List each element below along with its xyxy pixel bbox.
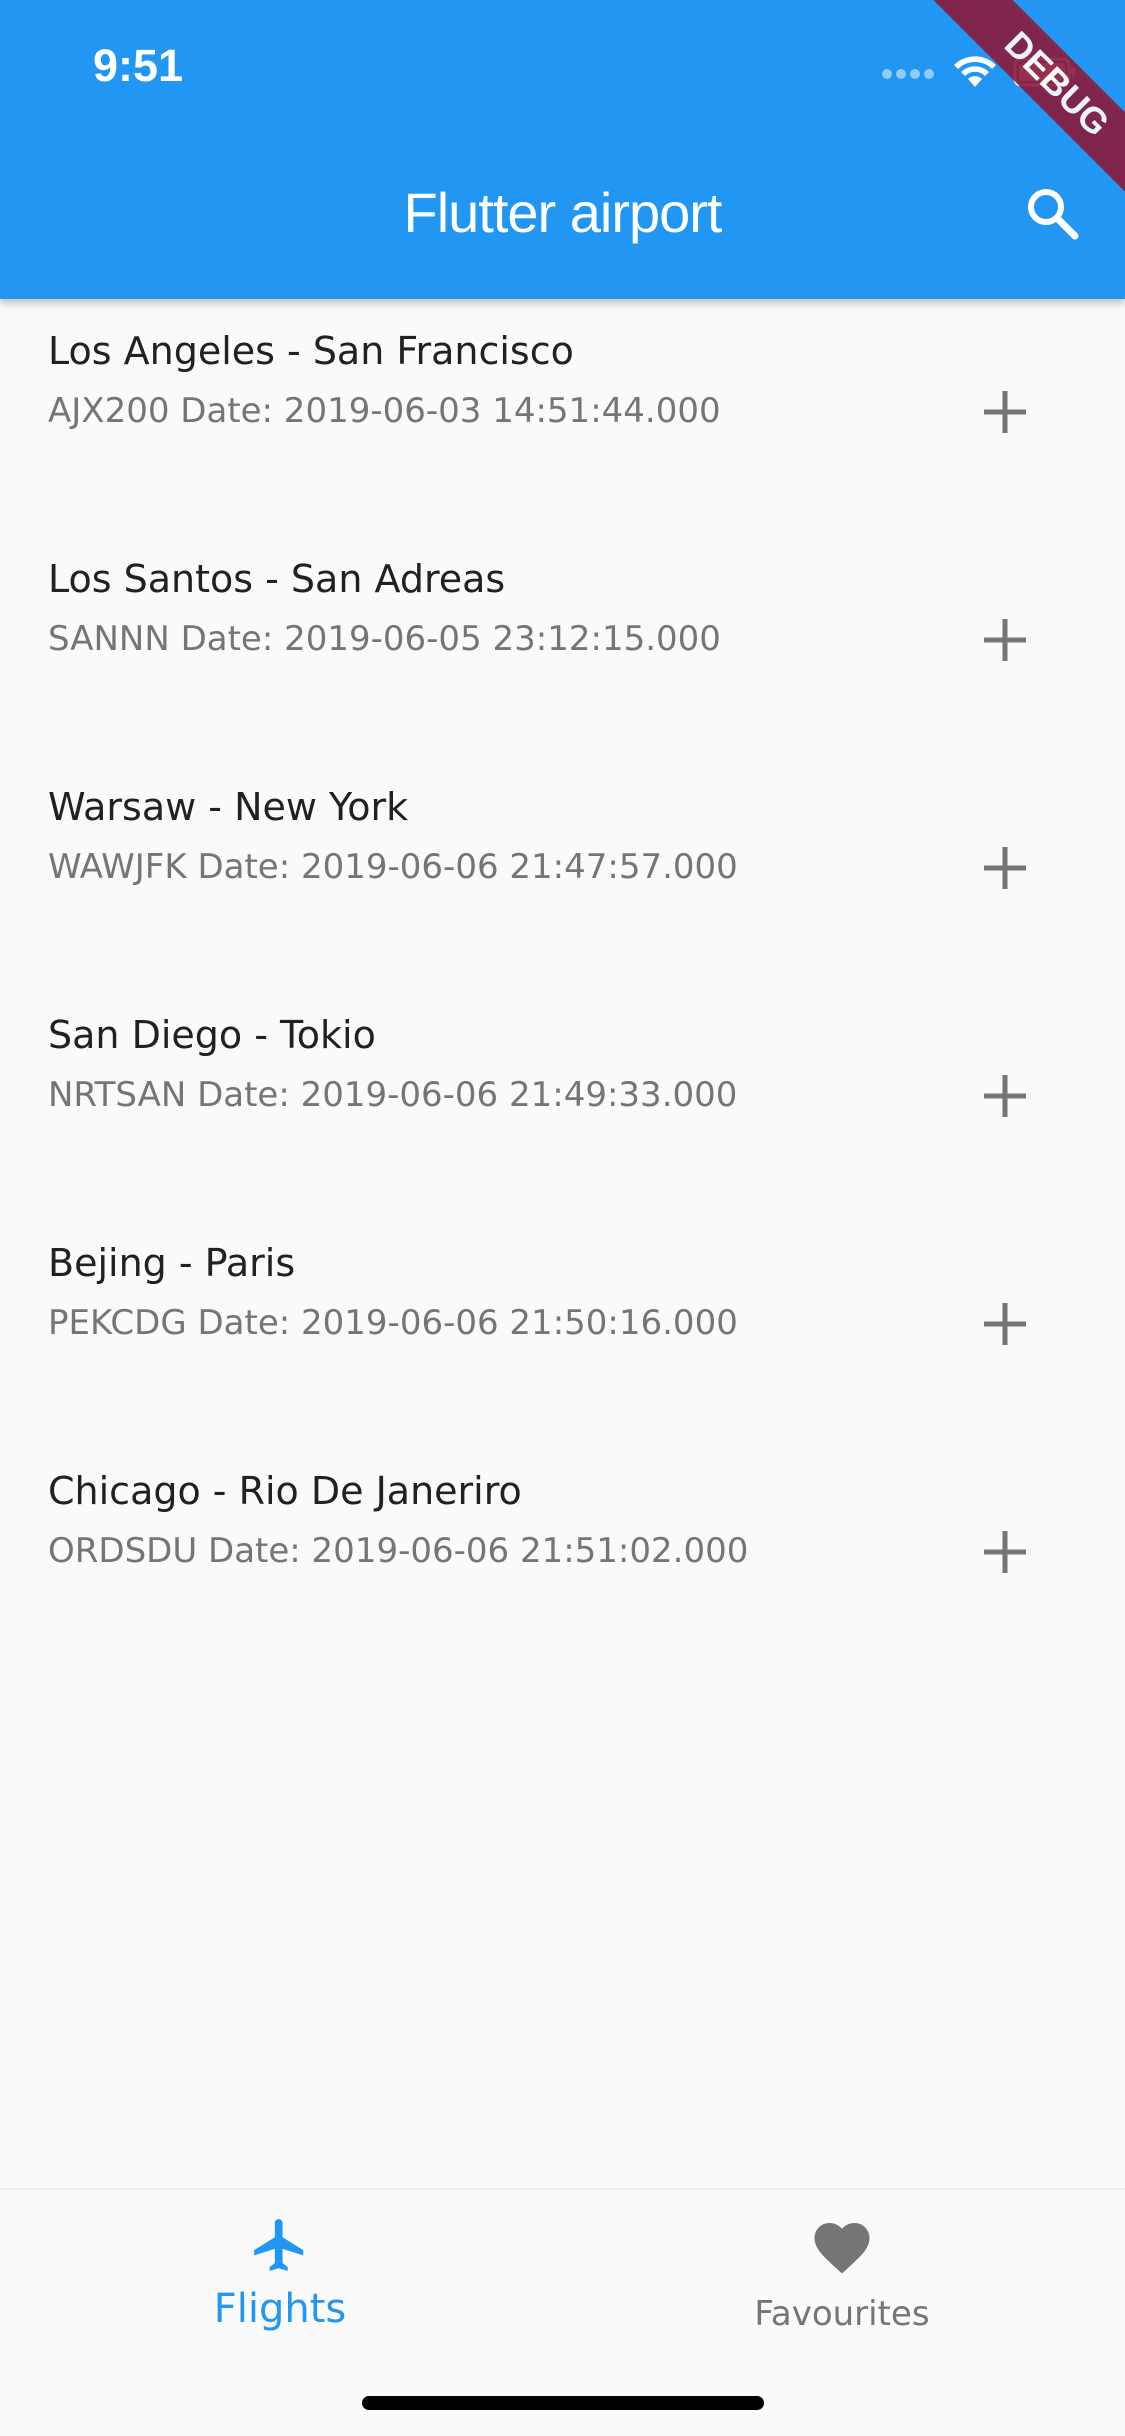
plus-icon [982,1073,1028,1123]
heart-icon [809,2214,875,2280]
add-favourite-button[interactable] [970,379,1040,449]
search-icon [1024,185,1080,245]
flight-list: Los Angeles - San Francisco AJX200 Date:… [0,299,1125,1667]
flight-detail: ORDSDU Date: 2019-06-06 21:51:02.000 [48,1531,749,1571]
flight-detail: PEKCDG Date: 2019-06-06 21:50:16.000 [48,1303,738,1343]
add-favourite-button[interactable] [970,1519,1040,1589]
plus-icon [982,1301,1028,1351]
flight-detail: SANNN Date: 2019-06-05 23:12:15.000 [48,619,721,659]
flight-route: Warsaw - New York [48,785,409,829]
flight-detail: AJX200 Date: 2019-06-03 14:51:44.000 [48,391,721,431]
plus-icon [982,845,1028,895]
list-item[interactable]: Chicago - Rio De Janeriro ORDSDU Date: 2… [0,1439,1125,1667]
plus-icon [982,389,1028,439]
status-time: 9:51 [93,40,184,91]
home-indicator[interactable] [362,2396,764,2410]
airplane-icon [249,2214,311,2280]
page-title: Flutter airport [403,181,723,244]
list-item[interactable]: Warsaw - New York WAWJFK Date: 2019-06-0… [0,755,1125,983]
flight-route: Los Angeles - San Francisco [48,329,574,373]
add-favourite-button[interactable] [970,1291,1040,1361]
app-screen: 9:51 Flutter airport DEBUG Los Angeles -… [0,0,1125,2436]
add-favourite-button[interactable] [970,835,1040,905]
signal-dots-icon [881,65,937,84]
list-item[interactable]: Los Santos - San Adreas SANNN Date: 2019… [0,527,1125,755]
flight-route: Chicago - Rio De Janeriro [48,1469,522,1513]
flight-detail: WAWJFK Date: 2019-06-06 21:47:57.000 [48,847,738,887]
app-bar: 9:51 Flutter airport [0,0,1125,299]
list-item[interactable]: Bejing - Paris PEKCDG Date: 2019-06-06 2… [0,1211,1125,1439]
plus-icon [982,617,1028,667]
search-button[interactable] [1017,180,1087,250]
nav-tab-flights-label: Flights [213,2286,347,2332]
flight-route: Los Santos - San Adreas [48,557,506,601]
nav-tab-favourites-label: Favourites [754,2294,930,2334]
list-item[interactable]: Los Angeles - San Francisco AJX200 Date:… [0,299,1125,527]
wifi-icon [953,55,997,93]
nav-tab-favourites[interactable]: Favourites [692,2214,992,2364]
flight-detail: NRTSAN Date: 2019-06-06 21:49:33.000 [48,1075,738,1115]
add-favourite-button[interactable] [970,1063,1040,1133]
add-favourite-button[interactable] [970,607,1040,677]
list-item[interactable]: San Diego - Tokio NRTSAN Date: 2019-06-0… [0,983,1125,1211]
nav-tab-flights[interactable]: Flights [130,2214,430,2364]
flight-route: San Diego - Tokio [48,1013,376,1057]
plus-icon [982,1529,1028,1579]
flight-route: Bejing - Paris [48,1241,296,1285]
